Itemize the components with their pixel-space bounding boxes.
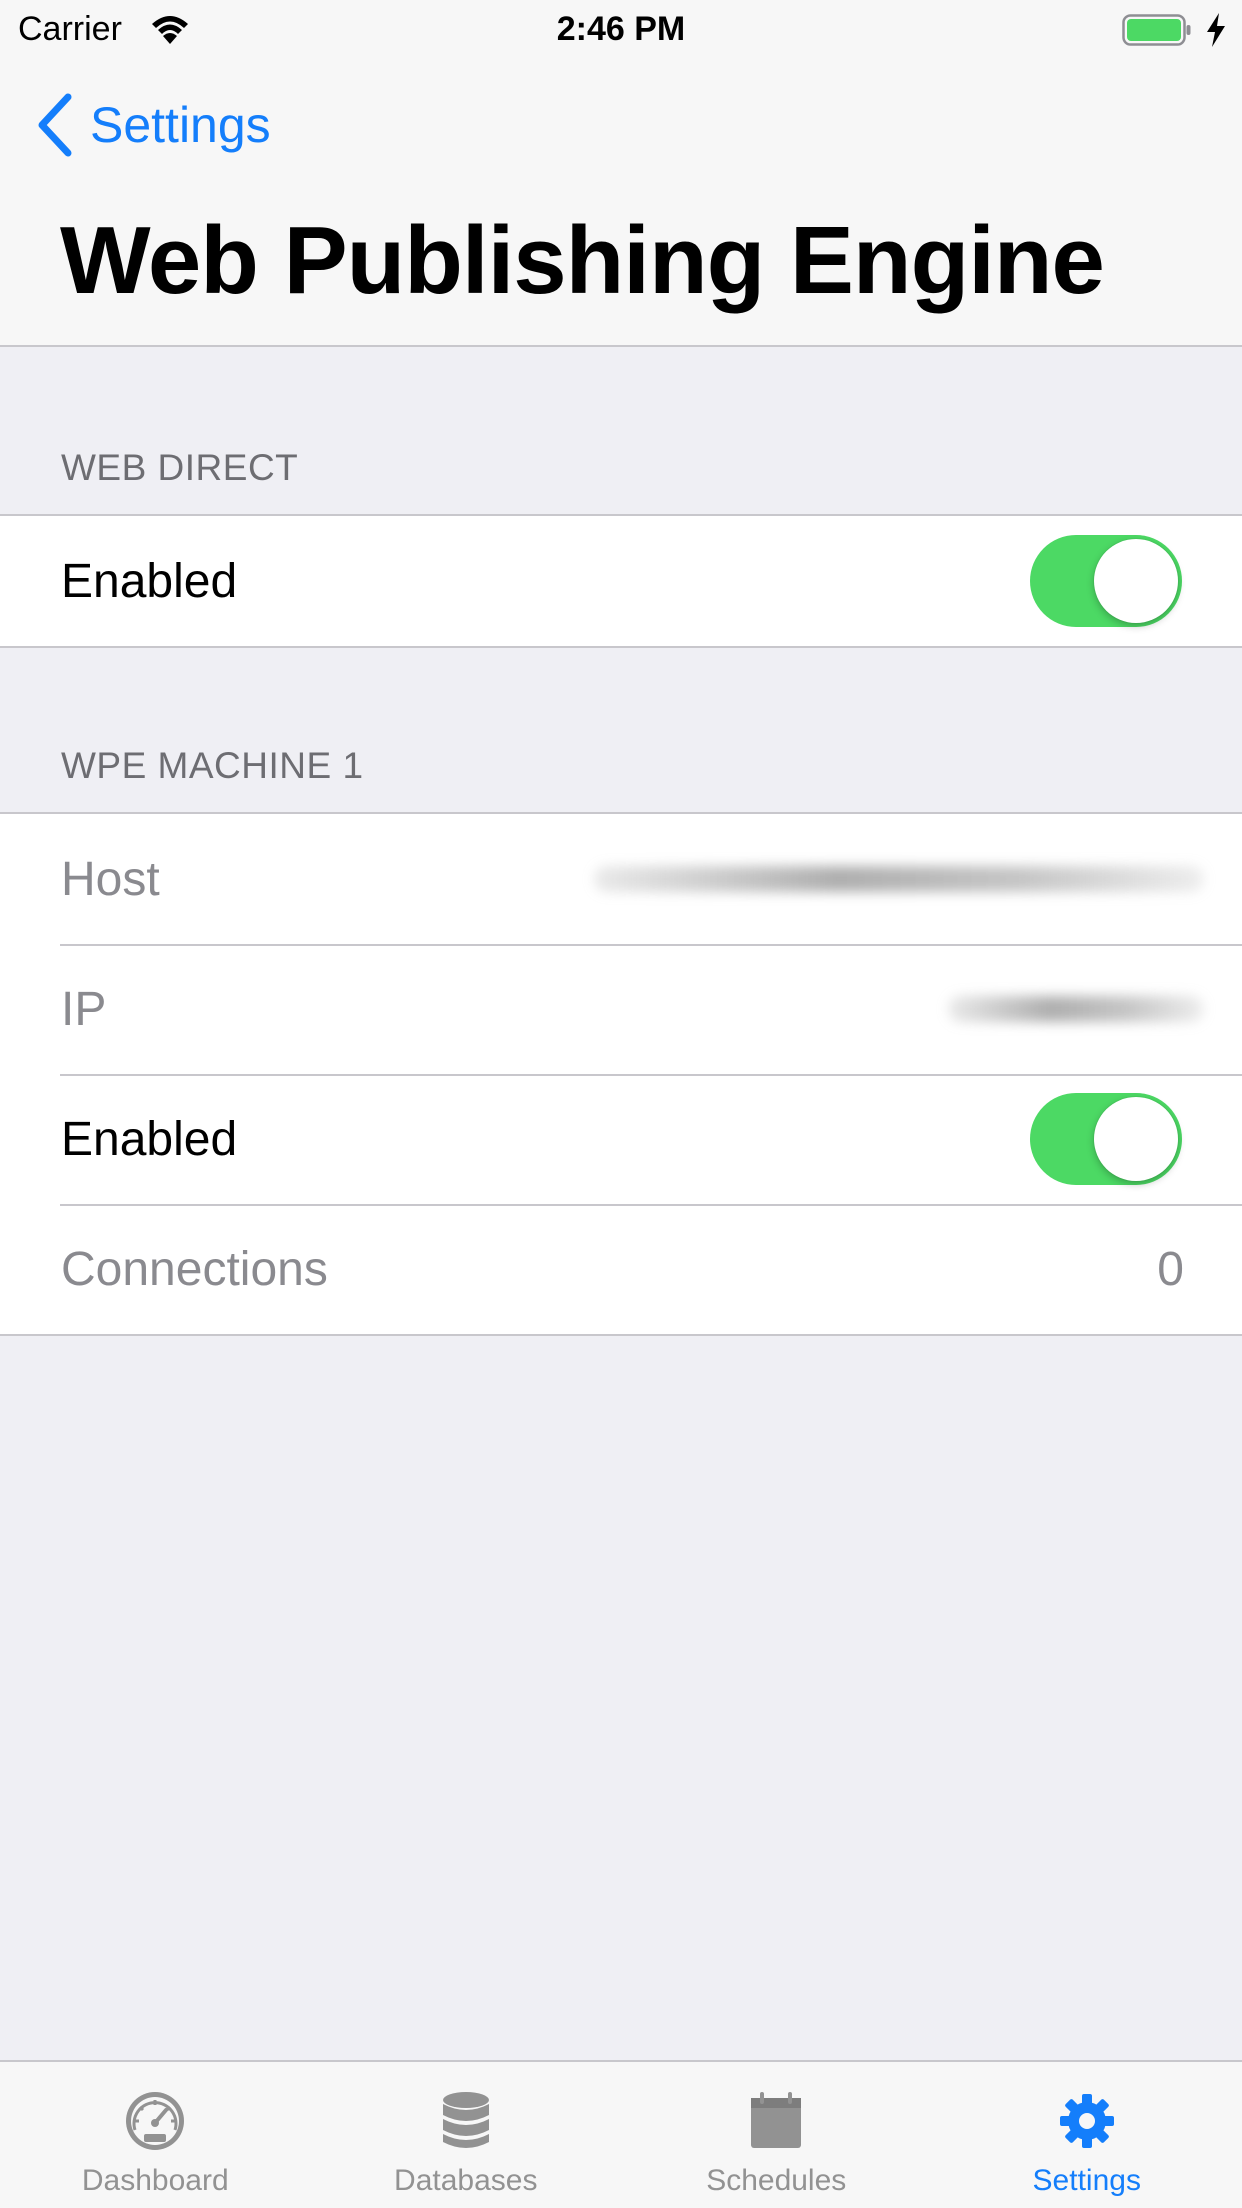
web-direct-enabled-label: Enabled bbox=[61, 554, 238, 608]
tab-databases[interactable]: Databases bbox=[311, 2062, 622, 2208]
connections-label: Connections bbox=[61, 1242, 328, 1296]
tab-settings[interactable]: Settings bbox=[932, 2062, 1242, 2208]
wpe-enabled-toggle[interactable] bbox=[1030, 1093, 1182, 1185]
charging-bolt-icon bbox=[1207, 13, 1225, 47]
tab-dashboard-label: Dashboard bbox=[81, 2164, 229, 2197]
host-label: Host bbox=[61, 852, 160, 906]
host-row: Host bbox=[0, 814, 1242, 944]
database-icon bbox=[442, 2092, 489, 2148]
chevron-left-icon bbox=[38, 93, 72, 157]
page-title: Web Publishing Engine bbox=[60, 207, 1105, 314]
toggle-knob bbox=[1094, 539, 1178, 623]
navigation-bar: Settings Web Publishing Engine bbox=[0, 60, 1242, 347]
back-button[interactable]: Settings bbox=[36, 90, 271, 160]
status-time: 2:46 PM bbox=[556, 10, 686, 48]
wpe-enabled-label: Enabled bbox=[61, 1112, 238, 1166]
ip-value-redacted bbox=[948, 996, 1204, 1022]
wpe-enabled-row: Enabled bbox=[0, 1074, 1242, 1204]
calendar-icon bbox=[751, 2092, 802, 2148]
tab-databases-label: Databases bbox=[394, 2164, 538, 2197]
web-direct-enabled-toggle[interactable] bbox=[1030, 535, 1182, 627]
web-direct-enabled-row: Enabled bbox=[0, 516, 1242, 646]
section-header-wpe-machine-1: WPE MACHINE 1 bbox=[61, 745, 364, 786]
tab-schedules[interactable]: Schedules bbox=[621, 2062, 932, 2208]
battery-icon bbox=[1122, 14, 1191, 46]
toggle-knob bbox=[1094, 1097, 1178, 1181]
connections-value: 0 bbox=[1157, 1242, 1184, 1296]
tab-settings-label: Settings bbox=[1032, 2164, 1141, 2197]
section-header-web-direct: WEB DIRECT bbox=[61, 447, 299, 488]
web-direct-group: Enabled bbox=[0, 514, 1242, 648]
tab-dashboard[interactable]: Dashboard bbox=[0, 2062, 311, 2208]
host-value-redacted bbox=[594, 866, 1204, 892]
status-bar: Carrier 2:46 PM bbox=[0, 0, 1242, 60]
tab-bar: Dashboard Databases Schedules Settings bbox=[0, 2060, 1242, 2208]
speedometer-icon bbox=[126, 2092, 185, 2150]
wpe-machine-1-group: Host IP Enabled Connections 0 bbox=[0, 812, 1242, 1336]
gear-icon bbox=[1059, 2094, 1114, 2148]
back-button-label: Settings bbox=[90, 97, 271, 153]
ip-row: IP bbox=[0, 944, 1242, 1074]
tab-schedules-label: Schedules bbox=[706, 2164, 847, 2197]
connections-row: Connections 0 bbox=[0, 1204, 1242, 1334]
ip-label: IP bbox=[61, 982, 107, 1036]
